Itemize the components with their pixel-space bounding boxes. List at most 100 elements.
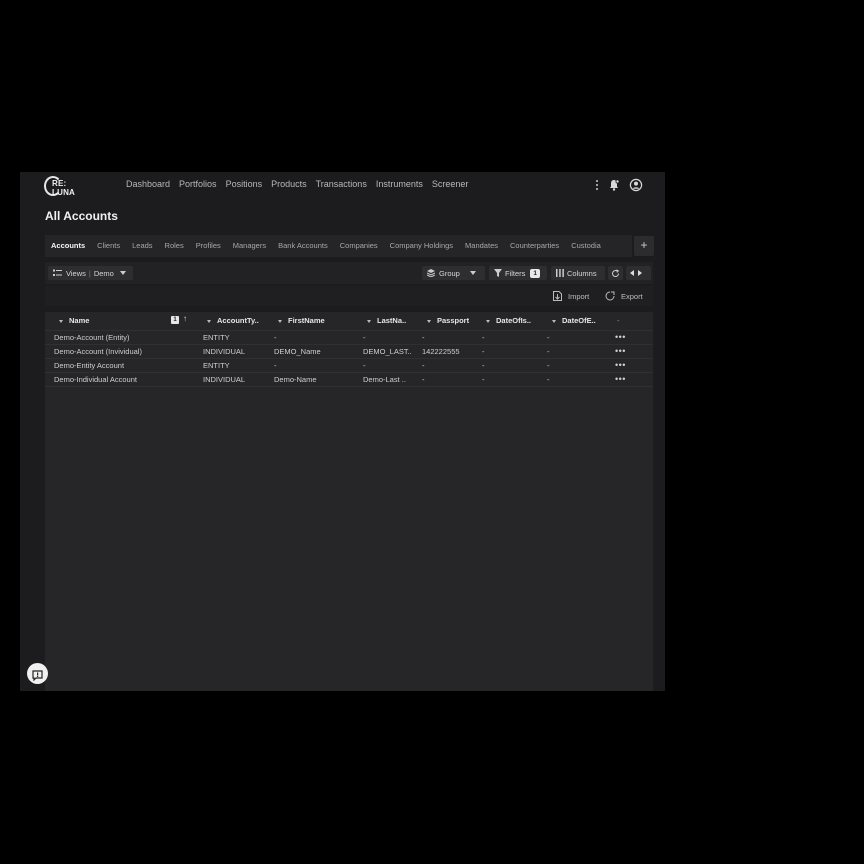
cell-date-of-issue: - — [482, 333, 485, 342]
nav-positions[interactable]: Positions — [226, 179, 263, 189]
top-icons — [595, 178, 643, 192]
tab-mandates[interactable]: Mandates — [465, 241, 498, 250]
chevron-down-icon — [59, 319, 63, 323]
export-button[interactable]: Export — [605, 291, 643, 301]
page-title: All Accounts — [45, 209, 118, 223]
tab-company-holdings[interactable]: Company Holdings — [390, 241, 453, 250]
tab-companies[interactable]: Companies — [340, 241, 378, 250]
feedback-button[interactable] — [27, 663, 48, 684]
tab-counterparties[interactable]: Counterparties — [510, 241, 559, 250]
cell-last-name: Demo-Last .. — [363, 375, 406, 384]
notifications-icon[interactable] — [607, 178, 621, 192]
stack-group-icon — [426, 269, 436, 278]
feedback-icon — [32, 668, 43, 682]
cell-name: Demo-Individual Account — [54, 375, 137, 384]
tab-leads[interactable]: Leads — [132, 241, 152, 250]
user-avatar-icon[interactable] — [629, 178, 643, 192]
grid-header: Name 1 ↑ AccountTy.. FirstName LastNa.. … — [45, 312, 653, 329]
col-header-date-of-issue[interactable]: DateOfIs.. — [486, 316, 531, 325]
tab-roles[interactable]: Roles — [165, 241, 184, 250]
cell-last-name: - — [363, 361, 366, 370]
chevron-down-icon — [207, 319, 211, 323]
col-header-label: AccountTy.. — [217, 316, 259, 325]
col-header-date-of-expiry[interactable]: DateOfE.. — [552, 316, 596, 325]
cell-date-of-issue: - — [482, 375, 485, 384]
cell-last-name: DEMO_LAST.. — [363, 347, 412, 356]
nav-transactions[interactable]: Transactions — [316, 179, 367, 189]
group-dropdown[interactable]: Group — [422, 266, 485, 280]
row-actions-icon[interactable]: ••• — [615, 360, 626, 370]
row-actions-icon[interactable]: ••• — [615, 374, 626, 384]
tab-bank-accounts[interactable]: Bank Accounts — [278, 241, 328, 250]
nav-portfolios[interactable]: Portfolios — [179, 179, 217, 189]
table-row[interactable]: Demo-Individual Account INDIVIDUAL Demo-… — [45, 372, 653, 387]
table-row[interactable]: Demo-Account (Invividual) INDIVIDUAL DEM… — [45, 344, 653, 359]
cell-account-type: ENTITY — [203, 361, 230, 370]
export-icon — [605, 291, 615, 301]
import-file-icon — [553, 291, 562, 301]
col-header-account-type[interactable]: AccountTy.. — [207, 316, 259, 325]
logo[interactable]: RE: LUNA — [44, 176, 80, 198]
tab-accounts[interactable]: Accounts — [51, 241, 85, 250]
columns-button[interactable]: Columns — [551, 266, 605, 280]
refresh-button[interactable] — [608, 266, 623, 280]
table-row[interactable]: Demo-Account (Entity) ENTITY - - - - - •… — [45, 330, 653, 345]
tab-profiles[interactable]: Profiles — [196, 241, 221, 250]
row-actions-icon[interactable]: ••• — [615, 346, 626, 356]
views-separator: | — [88, 268, 91, 278]
columns-label: Columns — [567, 268, 597, 278]
chevron-down-icon — [486, 319, 490, 323]
tabs: Accounts Clients Leads Roles Profiles Ma… — [51, 241, 613, 250]
filters-count-badge: 1 — [530, 268, 541, 278]
refresh-icon — [611, 268, 620, 278]
next-icon[interactable] — [638, 270, 642, 276]
cell-passport: 142222555 — [422, 347, 460, 356]
import-button[interactable]: Import — [553, 291, 589, 301]
filter-icon — [494, 269, 502, 277]
col-header-more[interactable]: - — [617, 316, 620, 325]
views-label: Views — [66, 268, 86, 278]
tabs-bar: Accounts Clients Leads Roles Profiles Ma… — [45, 235, 632, 257]
tab-custodians[interactable]: Custodia — [571, 241, 601, 250]
accounts-grid: Name 1 ↑ AccountTy.. FirstName LastNa.. … — [45, 312, 653, 691]
cell-account-type: INDIVIDUAL — [203, 347, 246, 356]
nav-products[interactable]: Products — [271, 179, 307, 189]
kebab-menu-icon[interactable] — [595, 178, 599, 192]
cell-first-name: - — [274, 361, 277, 370]
sort-asc-icon[interactable]: ↑ — [183, 314, 187, 323]
nav-dashboard[interactable]: Dashboard — [126, 179, 170, 189]
col-header-label: Name — [69, 316, 90, 325]
col-header-label: Passport — [437, 316, 470, 325]
row-divider — [45, 386, 653, 388]
chevron-down-icon — [367, 319, 371, 323]
tab-managers[interactable]: Managers — [233, 241, 266, 250]
filters-button[interactable]: Filters 1 — [489, 266, 547, 280]
logo-text-2: LUNA — [52, 188, 76, 197]
col-header-first-name[interactable]: FirstName — [278, 316, 325, 325]
top-bar: RE: LUNA Dashboard Portfolios Positions … — [20, 172, 665, 202]
chevron-down-icon — [552, 319, 556, 323]
add-tab-button[interactable]: + — [634, 236, 654, 256]
cell-date-of-issue: - — [482, 347, 485, 356]
col-header-label: DateOfE.. — [562, 316, 596, 325]
nav-instruments[interactable]: Instruments — [376, 179, 423, 189]
tab-clients[interactable]: Clients — [97, 241, 120, 250]
nav-screener[interactable]: Screener — [432, 179, 469, 189]
import-label: Import — [568, 291, 590, 301]
chevron-down-icon — [469, 271, 476, 275]
chevron-down-icon — [427, 319, 431, 323]
group-label: Group — [439, 268, 460, 278]
col-header-label: FirstName — [288, 316, 325, 325]
cell-first-name: DEMO_Name — [274, 347, 321, 356]
col-header-label: LastNa.. — [377, 316, 407, 325]
row-actions-icon[interactable]: ••• — [615, 332, 626, 342]
cell-date-of-expiry: - — [547, 375, 550, 384]
import-export-bar: Import Export — [45, 286, 653, 306]
views-dropdown[interactable]: Views | Demo — [48, 266, 133, 280]
cell-passport: - — [422, 333, 425, 342]
col-header-last-name[interactable]: LastNa.. — [367, 316, 406, 325]
table-row[interactable]: Demo-Entity Account ENTITY - - - - - ••• — [45, 358, 653, 373]
col-header-name[interactable]: Name — [59, 316, 89, 325]
prev-icon[interactable] — [630, 270, 634, 276]
col-header-passport[interactable]: Passport — [427, 316, 469, 325]
